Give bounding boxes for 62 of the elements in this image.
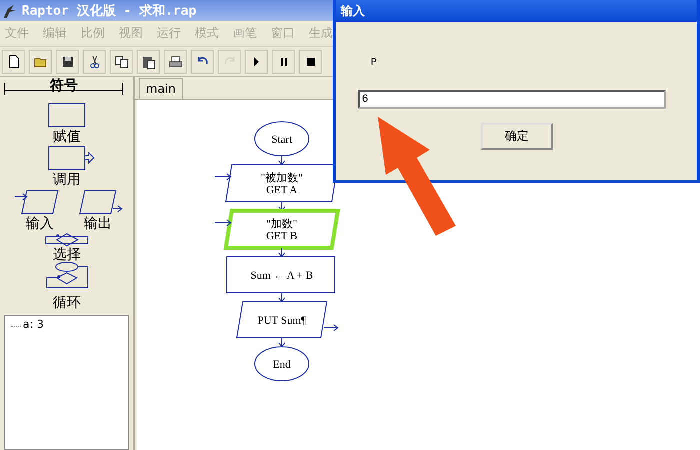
node-label: PUT Sum¶ (258, 315, 306, 327)
menu-item[interactable]: 模式 (195, 25, 219, 42)
stop-icon (306, 58, 314, 66)
menu-item[interactable]: 运行 (157, 25, 181, 42)
symbol-label: 输出 (84, 216, 112, 232)
dialog-title: 输入 (341, 2, 365, 20)
scissors-button[interactable] (83, 50, 106, 74)
new-file-button[interactable] (2, 50, 25, 74)
menu-item[interactable]: 生成 (309, 25, 333, 42)
connector-arrow (278, 248, 286, 258)
assignment-node[interactable] (226, 256, 336, 294)
folder-button[interactable] (29, 50, 52, 74)
rectangle-icon[interactable] (48, 104, 86, 128)
pause-icon (280, 58, 286, 66)
menu-item[interactable]: 画笔 (233, 25, 257, 42)
menu-item[interactable]: 文件 (5, 25, 29, 42)
symbol-label: 赋值 (53, 129, 81, 145)
tab[interactable]: main (139, 78, 183, 99)
start-node[interactable] (254, 122, 310, 156)
copy-button[interactable] (110, 50, 133, 74)
stop-button[interactable] (299, 50, 322, 74)
end-node[interactable] (254, 346, 310, 382)
connector-arrow (278, 292, 286, 303)
call-symbol-icon[interactable] (48, 146, 95, 170)
decision-icon[interactable] (46, 233, 88, 247)
menu-item[interactable]: 视图 (119, 25, 143, 42)
menu-item[interactable]: 编辑 (43, 25, 67, 42)
ok-button[interactable]: 确定 (481, 123, 553, 150)
play-button[interactable] (245, 50, 268, 74)
menu-item[interactable]: 比例 (81, 25, 105, 42)
node-label: GET A (266, 184, 298, 196)
node-label: Start (272, 134, 292, 146)
copy-icon (114, 54, 130, 70)
symbol-label: 输入 (26, 216, 54, 232)
input-node[interactable] (214, 209, 340, 250)
paste-button[interactable] (137, 50, 160, 74)
node-label: End (273, 359, 291, 371)
parallelogram-icon[interactable] (14, 190, 59, 214)
pause-button[interactable] (272, 50, 295, 74)
symbol-label: 选择 (53, 247, 81, 263)
node-label: "加数" (266, 218, 298, 230)
connector-arrow (278, 156, 286, 166)
printer-button[interactable] (164, 50, 187, 74)
output-node[interactable] (236, 302, 339, 338)
parallelogram-icon[interactable] (79, 190, 123, 214)
input-field[interactable]: 6 (358, 90, 666, 109)
symbol-label: 循环 (53, 295, 81, 311)
bird-icon (2, 2, 18, 19)
undo-button[interactable] (191, 50, 214, 74)
menu-item[interactable]: 窗口 (271, 25, 295, 42)
node-label: "被加数" (261, 172, 303, 184)
symbol-label: 调用 (53, 172, 81, 188)
window-title: Raptor 汉化版 - 求和.rap (22, 2, 197, 20)
node-label: Sum ← A + B (250, 270, 314, 282)
prompt-text: P (371, 58, 378, 69)
loop-symbol-icon[interactable] (46, 262, 88, 288)
save-button[interactable] (56, 50, 79, 74)
play-icon (254, 56, 259, 67)
variable-entry: a: 3 (23, 318, 44, 331)
node-label: GET B (266, 230, 298, 242)
printer-icon (168, 54, 184, 70)
connector-arrow (278, 338, 286, 348)
